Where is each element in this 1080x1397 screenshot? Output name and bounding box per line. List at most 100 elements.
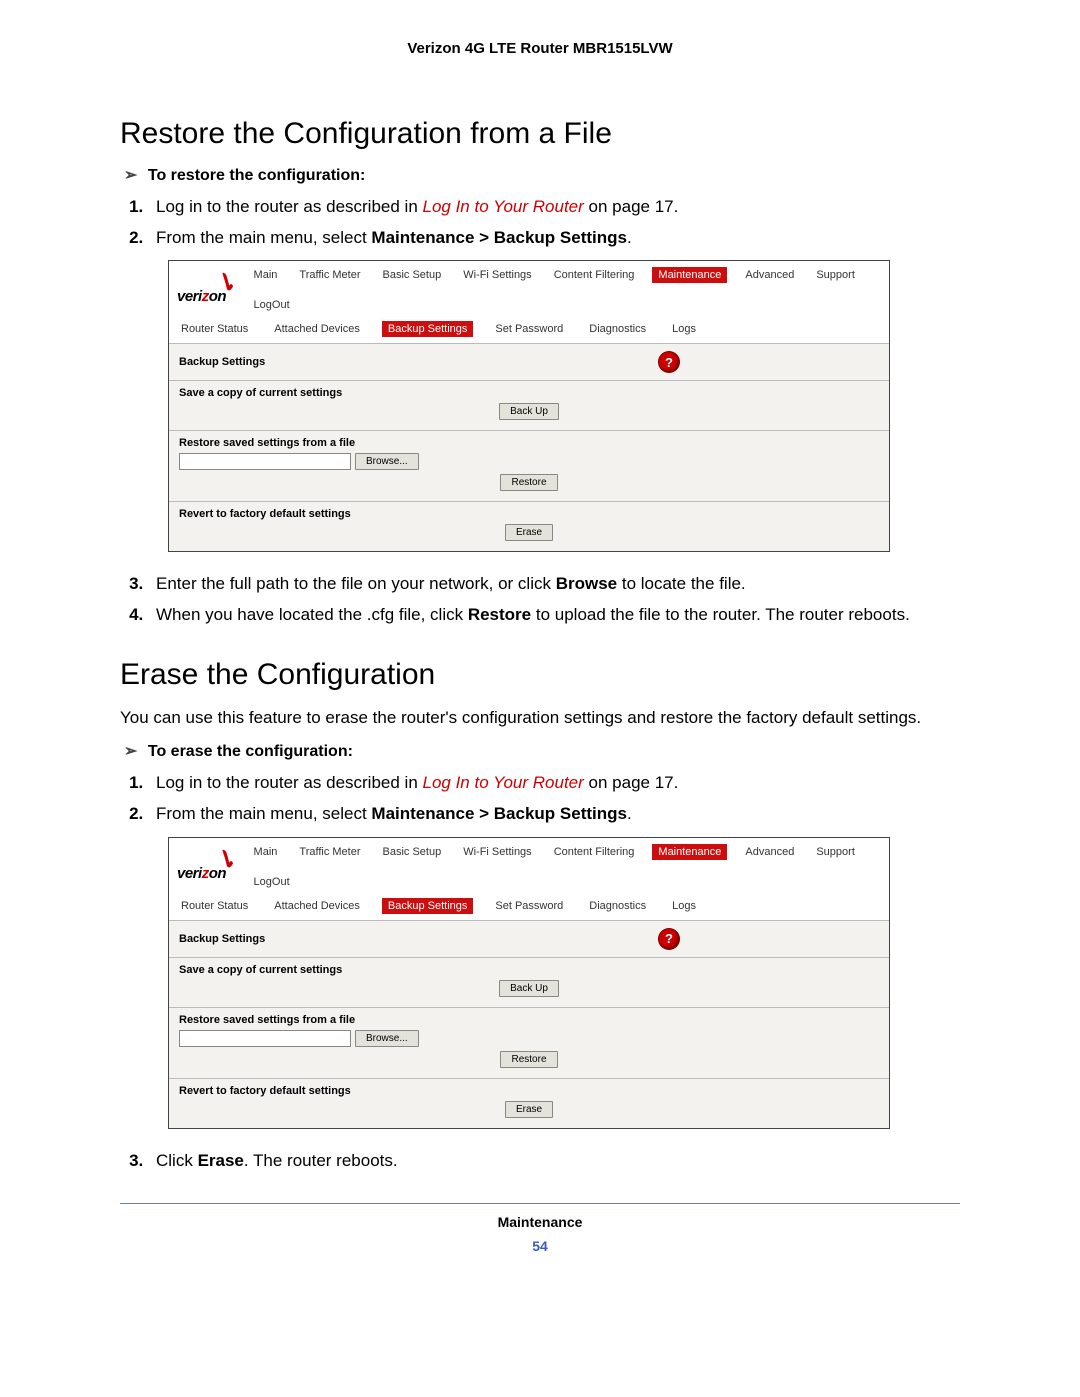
file-path-input[interactable] bbox=[179, 1030, 351, 1047]
erase-button[interactable]: Erase bbox=[505, 1101, 553, 1118]
link-login[interactable]: Log In to Your Router bbox=[423, 773, 584, 792]
product-header: Verizon 4G LTE Router MBR1515LVW bbox=[120, 40, 960, 57]
step-text: to locate the file. bbox=[617, 574, 746, 593]
footer-rule bbox=[120, 1203, 960, 1204]
page-footer: Maintenance 54 bbox=[120, 1203, 960, 1254]
router-topbar: ✓ verizon Main Traffic Meter Basic Setup… bbox=[169, 838, 889, 894]
step-text: Log in to the router as described in bbox=[156, 197, 423, 216]
arrow-icon: ➢ bbox=[124, 743, 137, 760]
subnav-status[interactable]: Router Status bbox=[177, 321, 252, 337]
subnav-attached[interactable]: Attached Devices bbox=[270, 321, 364, 337]
subnav-setpw[interactable]: Set Password bbox=[491, 321, 567, 337]
subnav-diag[interactable]: Diagnostics bbox=[585, 321, 650, 337]
nav-wifi[interactable]: Wi-Fi Settings bbox=[459, 267, 535, 283]
step-text: From the main menu, select bbox=[156, 804, 371, 823]
nav-advanced[interactable]: Advanced bbox=[741, 267, 798, 283]
step-text: . bbox=[627, 804, 632, 823]
browse-button[interactable]: Browse... bbox=[355, 453, 419, 470]
restore-label: Restore saved settings from a file bbox=[179, 1014, 879, 1026]
subnav-logs[interactable]: Logs bbox=[668, 898, 700, 914]
step-1: Log in to the router as described in Log… bbox=[148, 195, 960, 220]
subnav-setpw[interactable]: Set Password bbox=[491, 898, 567, 914]
procedure-header-text: To restore the configuration: bbox=[148, 167, 365, 184]
panel-title: Backup Settings bbox=[179, 933, 265, 945]
verizon-logo: ✓ verizon bbox=[177, 852, 238, 882]
router-topbar: ✓ verizon Main Traffic Meter Basic Setup… bbox=[169, 261, 889, 317]
subnav-logs[interactable]: Logs bbox=[668, 321, 700, 337]
panel-title-row: Backup Settings ? bbox=[169, 344, 889, 381]
step-text: on page 17. bbox=[584, 773, 679, 792]
nav-support[interactable]: Support bbox=[812, 844, 859, 860]
verizon-logo: ✓ verizon bbox=[177, 275, 238, 305]
arrow-icon: ➢ bbox=[124, 167, 137, 184]
step-3: Click Erase. The router reboots. bbox=[148, 1149, 960, 1174]
nav-logout[interactable]: LogOut bbox=[250, 874, 294, 890]
sub-nav: Router Status Attached Devices Backup Se… bbox=[169, 894, 889, 921]
erase-button[interactable]: Erase bbox=[505, 524, 553, 541]
step-1: Log in to the router as described in Log… bbox=[148, 771, 960, 796]
nav-support[interactable]: Support bbox=[812, 267, 859, 283]
backup-button[interactable]: Back Up bbox=[499, 403, 559, 420]
link-login[interactable]: Log In to Your Router bbox=[423, 197, 584, 216]
restore-button[interactable]: Restore bbox=[500, 474, 557, 491]
logo-text: veri bbox=[177, 865, 202, 882]
nav-advanced[interactable]: Advanced bbox=[741, 844, 798, 860]
router-screenshot-2: ✓ verizon Main Traffic Meter Basic Setup… bbox=[168, 837, 890, 1129]
logo-text: z bbox=[202, 865, 209, 882]
subnav-diag[interactable]: Diagnostics bbox=[585, 898, 650, 914]
file-path-input[interactable] bbox=[179, 453, 351, 470]
help-icon[interactable]: ? bbox=[659, 352, 679, 372]
revert-label: Revert to factory default settings bbox=[179, 508, 879, 520]
menu-path: Maintenance > Backup Settings bbox=[371, 804, 627, 823]
nav-basic[interactable]: Basic Setup bbox=[379, 267, 446, 283]
step-text: to upload the file to the router. The ro… bbox=[531, 605, 910, 624]
nav-traffic[interactable]: Traffic Meter bbox=[295, 267, 364, 283]
nav-basic[interactable]: Basic Setup bbox=[379, 844, 446, 860]
nav-wifi[interactable]: Wi-Fi Settings bbox=[459, 844, 535, 860]
step-3: Enter the full path to the file on your … bbox=[148, 572, 960, 597]
document-page: Verizon 4G LTE Router MBR1515LVW Restore… bbox=[0, 0, 1080, 1294]
restore-label: Restore saved settings from a file bbox=[179, 437, 879, 449]
panel-title-row: Backup Settings ? bbox=[169, 921, 889, 958]
router-content: Backup Settings ? Save a copy of current… bbox=[169, 344, 889, 551]
nav-content[interactable]: Content Filtering bbox=[550, 844, 639, 860]
step-text: From the main menu, select bbox=[156, 228, 371, 247]
save-label: Save a copy of current settings bbox=[179, 387, 879, 399]
nav-main[interactable]: Main bbox=[250, 267, 282, 283]
heading-erase: Erase the Configuration bbox=[120, 658, 960, 692]
help-icon[interactable]: ? bbox=[659, 929, 679, 949]
logo-check-icon: ✓ bbox=[208, 847, 239, 869]
backup-button[interactable]: Back Up bbox=[499, 980, 559, 997]
heading-restore: Restore the Configuration from a File bbox=[120, 117, 960, 151]
erase-steps: Log in to the router as described in Log… bbox=[148, 771, 960, 826]
step-text: Log in to the router as described in bbox=[156, 773, 423, 792]
browse-button[interactable]: Browse... bbox=[355, 1030, 419, 1047]
sub-nav: Router Status Attached Devices Backup Se… bbox=[169, 317, 889, 344]
subnav-attached[interactable]: Attached Devices bbox=[270, 898, 364, 914]
erase-bold: Erase bbox=[198, 1151, 244, 1170]
nav-traffic[interactable]: Traffic Meter bbox=[295, 844, 364, 860]
step-2: From the main menu, select Maintenance >… bbox=[148, 802, 960, 827]
save-label: Save a copy of current settings bbox=[179, 964, 879, 976]
nav-main[interactable]: Main bbox=[250, 844, 282, 860]
restore-steps-cont: Enter the full path to the file on your … bbox=[148, 572, 960, 627]
erase-intro: You can use this feature to erase the ro… bbox=[120, 706, 960, 730]
step-4: When you have located the .cfg file, cli… bbox=[148, 603, 960, 628]
main-nav: Main Traffic Meter Basic Setup Wi-Fi Set… bbox=[250, 267, 881, 313]
router-screenshot-1: ✓ verizon Main Traffic Meter Basic Setup… bbox=[168, 260, 890, 552]
revert-label: Revert to factory default settings bbox=[179, 1085, 879, 1097]
procedure-header-erase: ➢ To erase the configuration: bbox=[124, 741, 960, 761]
router-content: Backup Settings ? Save a copy of current… bbox=[169, 921, 889, 1128]
logo-text: veri bbox=[177, 288, 202, 305]
nav-logout[interactable]: LogOut bbox=[250, 297, 294, 313]
subnav-status[interactable]: Router Status bbox=[177, 898, 252, 914]
subnav-backup[interactable]: Backup Settings bbox=[382, 898, 474, 914]
nav-maintenance[interactable]: Maintenance bbox=[652, 844, 727, 860]
menu-path: Maintenance > Backup Settings bbox=[371, 228, 627, 247]
nav-maintenance[interactable]: Maintenance bbox=[652, 267, 727, 283]
step-text: . bbox=[627, 228, 632, 247]
browse-bold: Browse bbox=[556, 574, 617, 593]
nav-content[interactable]: Content Filtering bbox=[550, 267, 639, 283]
subnav-backup[interactable]: Backup Settings bbox=[382, 321, 474, 337]
restore-button[interactable]: Restore bbox=[500, 1051, 557, 1068]
